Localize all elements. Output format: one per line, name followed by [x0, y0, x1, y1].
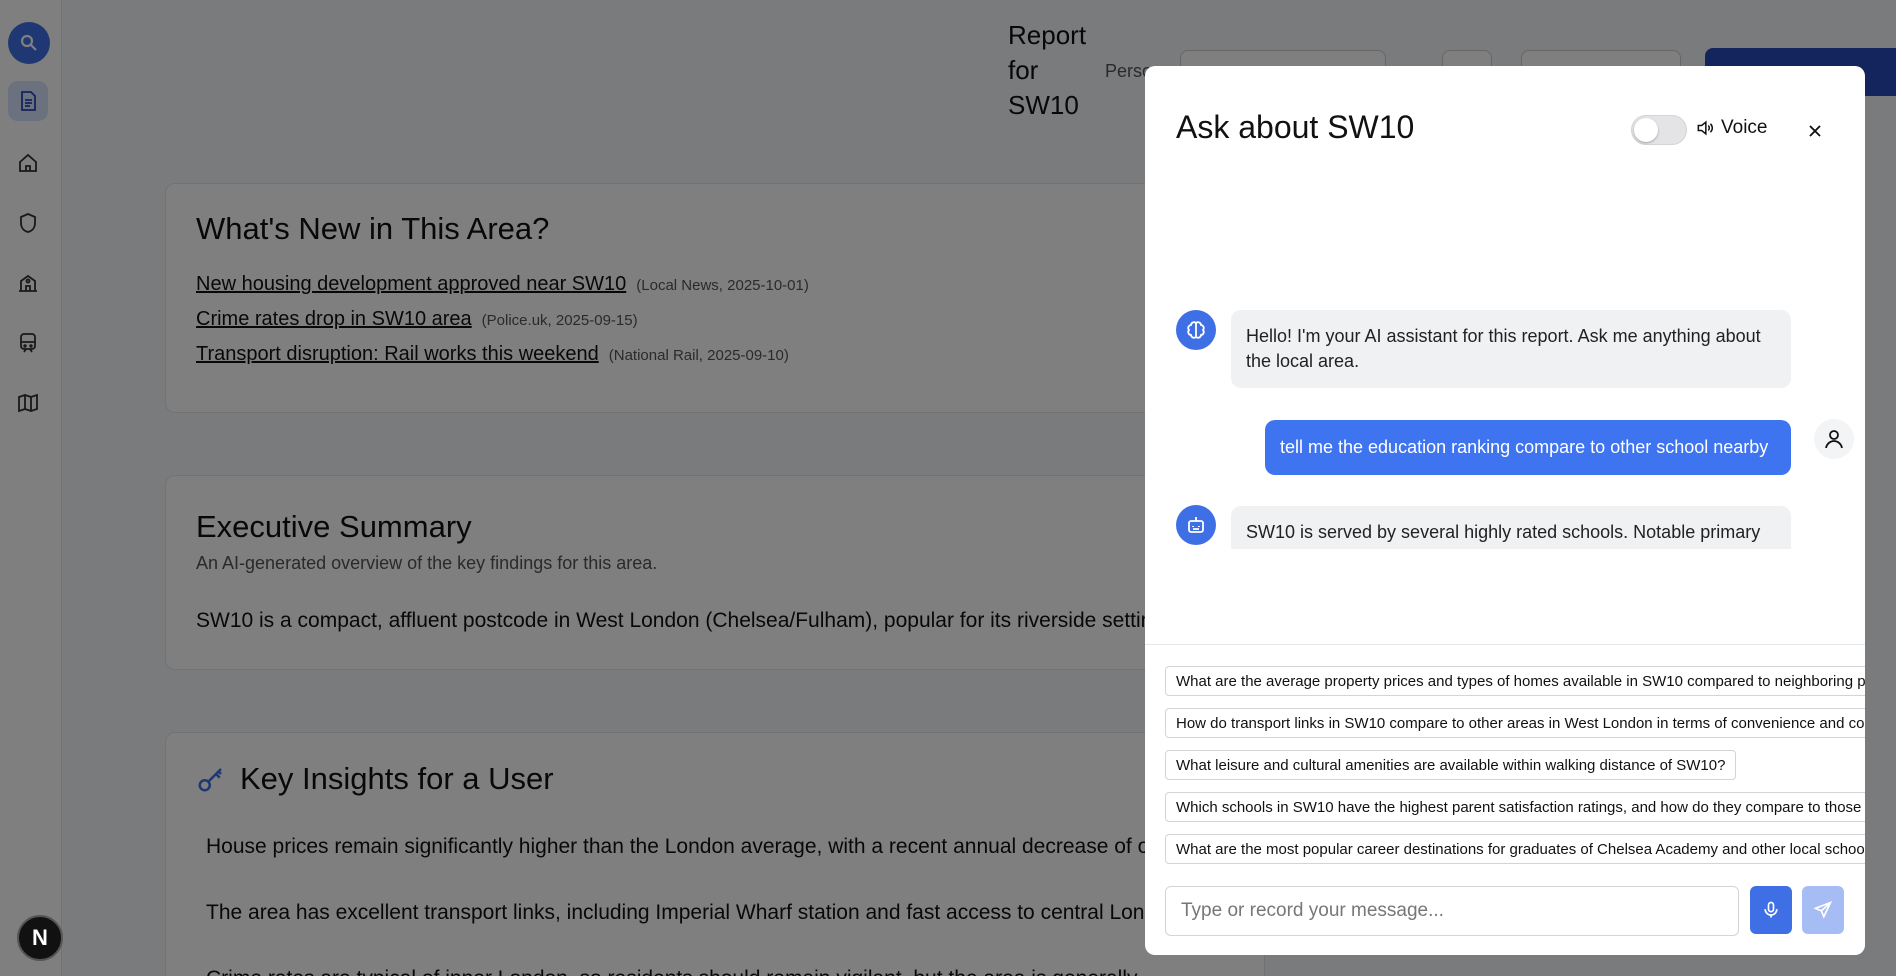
user-icon: [1825, 430, 1843, 449]
voice-label-group: Voice: [1695, 117, 1767, 139]
microphone-icon: [1764, 901, 1778, 918]
user-avatar: [1814, 419, 1854, 459]
send-button[interactable]: [1802, 886, 1844, 934]
send-icon: [1813, 900, 1833, 919]
user-message: tell me the education ranking compare to…: [1265, 420, 1791, 475]
bot-icon: [1188, 517, 1204, 533]
message-list[interactable]: Hello! I'm your AI assistant for this re…: [1145, 231, 1865, 549]
suggestion-chip[interactable]: What are the average property prices and…: [1165, 666, 1865, 696]
voice-toggle[interactable]: [1631, 115, 1687, 145]
assistant-avatar: [1176, 310, 1216, 350]
message-input[interactable]: [1165, 886, 1739, 936]
suggestion-chip[interactable]: How do transport links in SW10 compare t…: [1165, 708, 1865, 738]
assistant-message: SW10 is served by several highly rated s…: [1231, 506, 1791, 549]
assistant-message: Hello! I'm your AI assistant for this re…: [1231, 310, 1791, 388]
chat-title: Ask about SW10: [1176, 109, 1415, 145]
chat-dialog: Ask about SW10 Voice Hello! I'm your AI …: [1145, 66, 1865, 955]
divider: [1145, 644, 1865, 645]
close-icon: [1809, 125, 1821, 137]
toggle-knob: [1634, 118, 1658, 142]
speaker-icon: [1697, 120, 1714, 136]
suggestion-chip[interactable]: Which schools in SW10 have the highest p…: [1165, 792, 1865, 822]
brain-icon: [1187, 321, 1205, 339]
app-logo-badge[interactable]: N: [17, 915, 63, 961]
suggestion-chip[interactable]: What leisure and cultural amenities are …: [1165, 750, 1737, 780]
close-button[interactable]: [1800, 116, 1830, 146]
suggestion-chip[interactable]: What are the most popular career destina…: [1165, 834, 1865, 864]
assistant-avatar: [1176, 505, 1216, 545]
voice-label: Voice: [1721, 117, 1768, 138]
record-button[interactable]: [1750, 886, 1792, 934]
